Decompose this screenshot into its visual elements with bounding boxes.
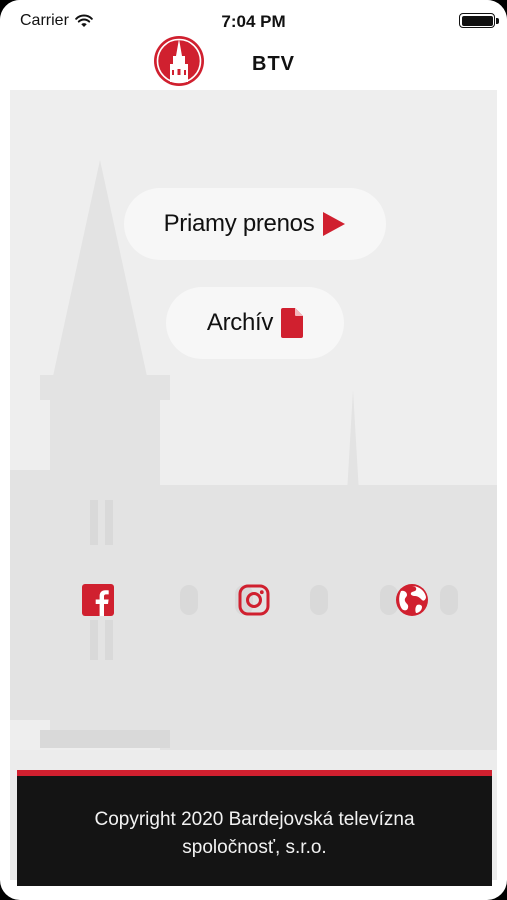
live-stream-button[interactable]: Priamy prenos [124, 188, 386, 260]
facebook-icon [82, 584, 114, 616]
copyright-line-2: spoločnosť, s.r.o. [182, 837, 327, 858]
instagram-link[interactable] [236, 582, 272, 618]
website-link[interactable] [394, 582, 430, 618]
app-title: BTV [252, 53, 295, 75]
facebook-link[interactable] [80, 582, 116, 618]
battery-icon [459, 13, 499, 28]
clock: 7:04 PM [221, 12, 286, 31]
archive-label: Archív [206, 309, 274, 336]
instagram-icon [238, 584, 270, 616]
app-header: BTV [0, 32, 507, 90]
copyright-line-1: Copyright 2020 Bardejovská televízna [94, 809, 415, 830]
document-icon [281, 308, 304, 338]
archive-button[interactable]: Archív [166, 287, 344, 359]
live-stream-label: Priamy prenos [163, 210, 315, 237]
globe-icon [396, 584, 428, 616]
main-content: Priamy prenos Archív [10, 90, 497, 880]
copyright-text: Copyright 2020 Bardejovská televízna spo… [17, 806, 492, 862]
footer-accent-bar [17, 770, 492, 776]
play-icon [323, 212, 346, 236]
app-screen: Carrier 7:04 PM BTV Priamy prenos Archív… [0, 0, 507, 900]
btv-tower-logo [154, 36, 204, 86]
copyright-footer: Copyright 2020 Bardejovská televízna spo… [17, 770, 492, 886]
